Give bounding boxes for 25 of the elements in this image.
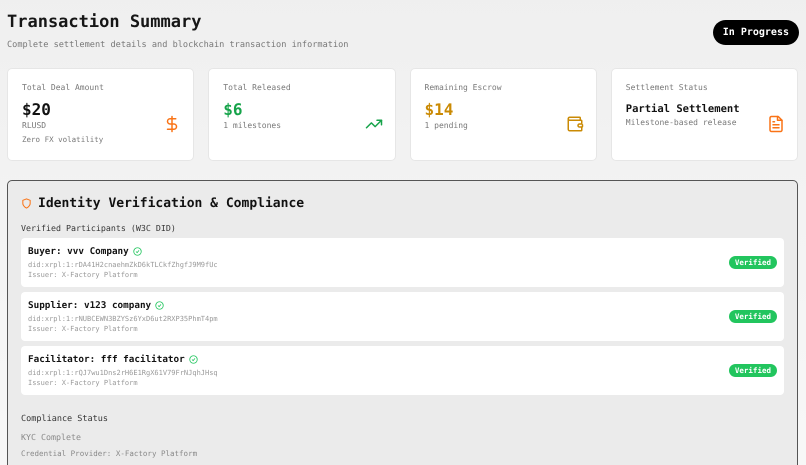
page-title: Transaction Summary — [7, 12, 202, 32]
card-label: Total Deal Amount — [22, 83, 104, 92]
shield-icon — [21, 198, 32, 209]
card-label: Total Released — [223, 83, 291, 92]
document-icon — [767, 115, 785, 133]
participants-heading: Verified Participants (W3C DID) — [21, 223, 177, 233]
card-value: Partial Settlement — [626, 103, 740, 115]
card-detail: Milestone-based release — [626, 118, 738, 127]
card-detail: 1 milestones — [223, 121, 282, 130]
participant-name: Buyer: vvv Company — [28, 246, 129, 257]
card-value: $20 — [22, 100, 52, 119]
participant-name: Supplier: v123 company — [28, 300, 152, 311]
section-title: Identity Verification & Compliance — [38, 196, 304, 211]
card-value: $6 — [223, 100, 244, 119]
participant-name: Facilitator: fff facilitator — [28, 354, 185, 365]
status-badge: In Progress — [712, 20, 799, 45]
kyc-status: KYC Complete — [21, 432, 82, 442]
card-label: Remaining Escrow — [424, 83, 502, 92]
card-detail: RLUSD — [22, 121, 48, 130]
page-subtitle: Complete settlement details and blockchain transaction information — [7, 40, 348, 50]
card-detail: 1 pending — [424, 121, 469, 130]
card-value: $14 — [424, 100, 454, 119]
compliance-heading: Compliance Status — [21, 414, 109, 424]
card-label: Settlement Status — [626, 83, 709, 92]
wallet-icon — [566, 115, 584, 133]
